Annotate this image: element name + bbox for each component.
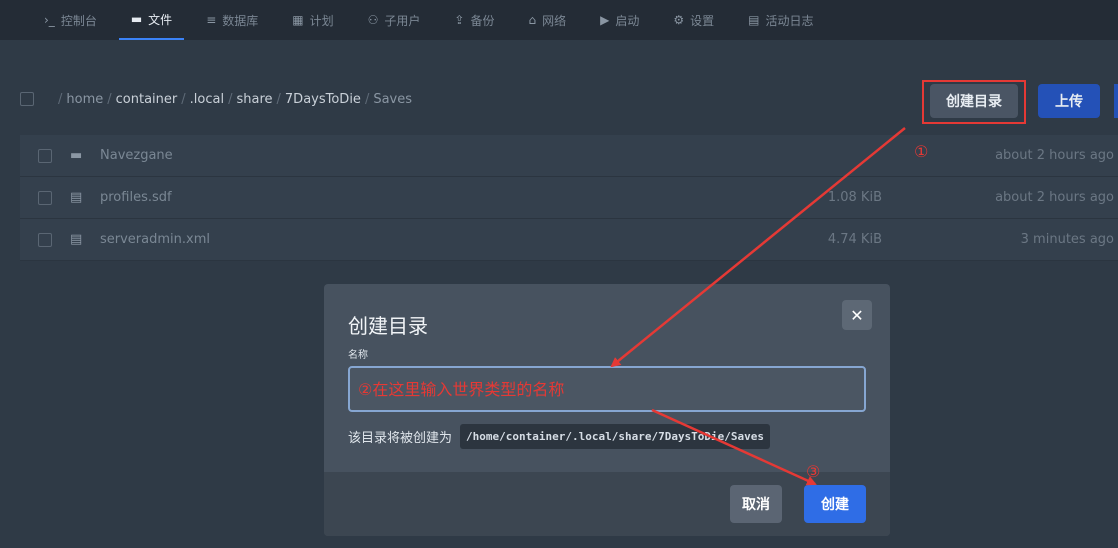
database-icon: ≡ (206, 13, 217, 27)
breadcrumb-separator: / (276, 91, 281, 107)
calendar-icon: ▦ (292, 13, 304, 27)
breadcrumb-separator: / (364, 91, 370, 107)
breadcrumb-home[interactable]: home (66, 92, 103, 107)
nav-subusers[interactable]: ⚇ 子用户 (356, 0, 433, 40)
create-button[interactable]: 创建 (804, 485, 866, 523)
path-hint-text: 该目录将被创建为 (348, 431, 453, 446)
breadcrumb-separator: / (228, 91, 233, 107)
file-name: serveradmin.xml (100, 232, 210, 247)
file-size: 4.74 KiB (827, 232, 882, 247)
nav-label: 备份 (470, 13, 495, 28)
create-directory-modal: 创建目录 ✕ 名称 该目录将被创建为 /home/container/.loca… (324, 284, 890, 536)
nav-console[interactable]: ›_ 控制台 (32, 0, 109, 40)
nav-files[interactable]: ▬ 文件 (118, 0, 185, 40)
nav-label: 活动日志 (765, 13, 814, 28)
file-icon: ▤ (70, 190, 83, 205)
file-icon: ▤ (70, 232, 83, 247)
nav-schedules[interactable]: ▦ 计划 (280, 0, 345, 40)
directory-name-input[interactable] (348, 366, 866, 412)
file-row[interactable]: ▬ Navezgane about 2 hours ago (20, 135, 1118, 177)
annotation-highlight-box (922, 80, 1026, 124)
network-icon: ⌂ (528, 13, 537, 27)
nav-activity-log[interactable]: ▤ 活动日志 (736, 0, 825, 40)
file-row[interactable]: ▤ serveradmin.xml 4.74 KiB 3 minutes ago (20, 219, 1118, 261)
nav-label: 启动 (615, 13, 640, 28)
file-name: Navezgane (100, 148, 173, 163)
breadcrumb-separator: / (107, 91, 112, 107)
annotation-marker-1: ① (914, 142, 929, 161)
top-nav: ›_ 控制台 ▬ 文件 ≡ 数据库 ▦ 计划 ⚇ 子用户 ⇪ 备份 ⌂ 网络 ▶… (0, 0, 1118, 40)
annotation-marker-3: ③ (806, 462, 821, 481)
nav-label: 网络 (542, 13, 567, 28)
nav-databases[interactable]: ≡ 数据库 (194, 0, 270, 40)
file-name: profiles.sdf (100, 190, 172, 205)
nav-label: 子用户 (384, 13, 421, 28)
close-icon[interactable]: ✕ (842, 300, 872, 330)
path-preview: /home/container/.local/share/7DaysToDie/… (460, 424, 771, 449)
breadcrumb-container[interactable]: container (116, 92, 178, 107)
upload-icon: ⇪ (454, 13, 465, 27)
nav-startup[interactable]: ▶ 启动 (588, 0, 651, 40)
name-field-label: 名称 (348, 350, 368, 361)
row-checkbox[interactable] (38, 190, 52, 205)
modal-footer: 取消 创建 (324, 472, 890, 536)
nav-label: 设置 (690, 13, 715, 28)
modal-title: 创建目录 (348, 314, 428, 338)
nav-label: 数据库 (222, 13, 259, 28)
nav-backups[interactable]: ⇪ 备份 (442, 0, 506, 40)
cancel-button[interactable]: 取消 (730, 485, 782, 523)
folder-icon: ▬ (70, 148, 83, 163)
row-checkbox[interactable] (38, 232, 52, 247)
file-list: ▬ Navezgane about 2 hours ago ▤ profiles… (20, 135, 1118, 261)
file-modified: about 2 hours ago (995, 190, 1114, 205)
gear-icon: ⚙ (673, 13, 685, 27)
nav-label: 控制台 (60, 13, 97, 28)
select-all-checkbox[interactable] (20, 92, 34, 106)
path-hint: 该目录将被创建为 /home/container/.local/share/7D… (348, 424, 771, 449)
nav-label: 文件 (148, 12, 173, 27)
breadcrumb-local[interactable]: .local (190, 92, 224, 107)
hidden-button-edge (1114, 84, 1118, 118)
breadcrumb-separator: / (181, 91, 186, 107)
log-icon: ▤ (748, 13, 760, 27)
nav-network[interactable]: ⌂ 网络 (516, 0, 578, 40)
terminal-icon: ›_ (44, 13, 55, 27)
file-row[interactable]: ▤ profiles.sdf 1.08 KiB about 2 hours ag… (20, 177, 1118, 219)
row-checkbox[interactable] (38, 148, 52, 163)
users-icon: ⚇ (367, 13, 379, 27)
folder-icon: ▬ (130, 12, 143, 26)
breadcrumb-saves: Saves (373, 91, 413, 107)
nav-label: 计划 (309, 13, 334, 28)
file-size: 1.08 KiB (827, 190, 882, 205)
breadcrumb-separator: / (58, 91, 63, 107)
file-modified: about 2 hours ago (995, 148, 1114, 163)
file-modified: 3 minutes ago (1020, 232, 1114, 247)
breadcrumb-7daystodie[interactable]: 7DaysToDie (285, 92, 361, 107)
play-icon: ▶ (600, 13, 610, 27)
breadcrumb: / home / container / .local / share/7DaysToDie /… (54, 92, 412, 107)
upload-button[interactable]: 上传 (1038, 84, 1100, 118)
breadcrumb-share[interactable]: share (236, 92, 272, 107)
nav-settings[interactable]: ⚙ 设置 (661, 0, 726, 40)
